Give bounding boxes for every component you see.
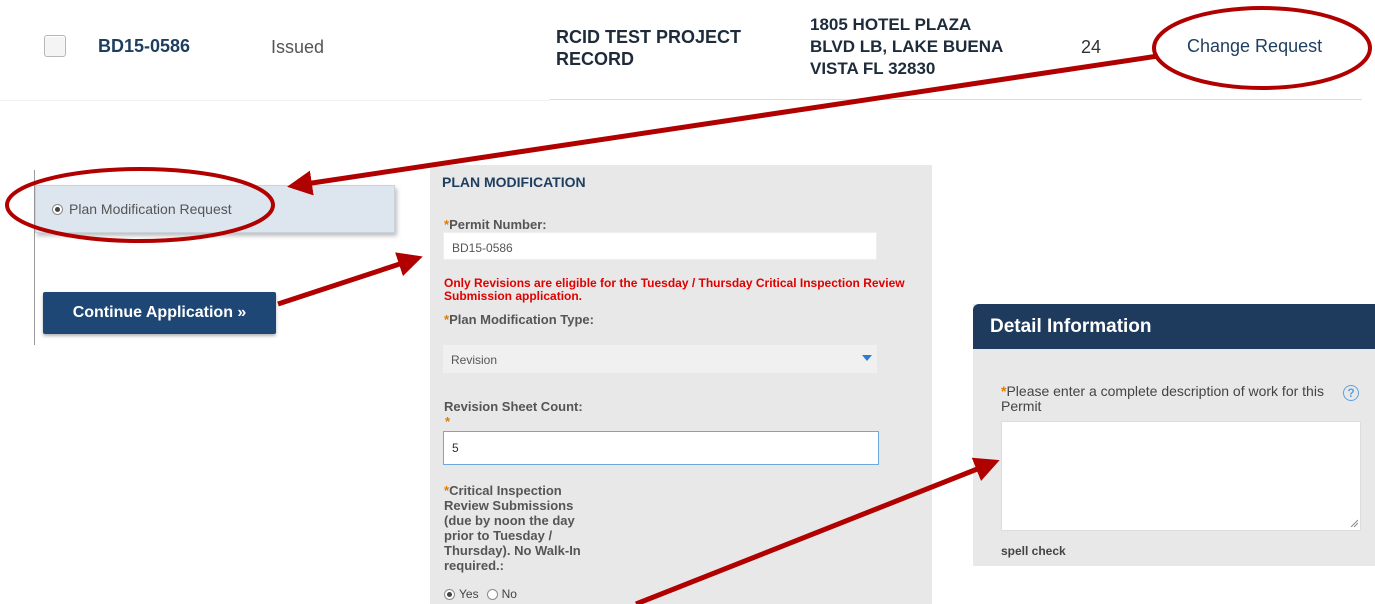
annotation-overlay [5, 6, 1372, 604]
annotation-arrow-to-option [287, 53, 1159, 196]
annotation-arrow-to-permit [277, 252, 423, 307]
annotation-ellipse-plan-mod [5, 167, 275, 243]
annotation-arrow-to-description [635, 457, 1000, 604]
annotation-ellipse-change-request [1152, 6, 1372, 90]
